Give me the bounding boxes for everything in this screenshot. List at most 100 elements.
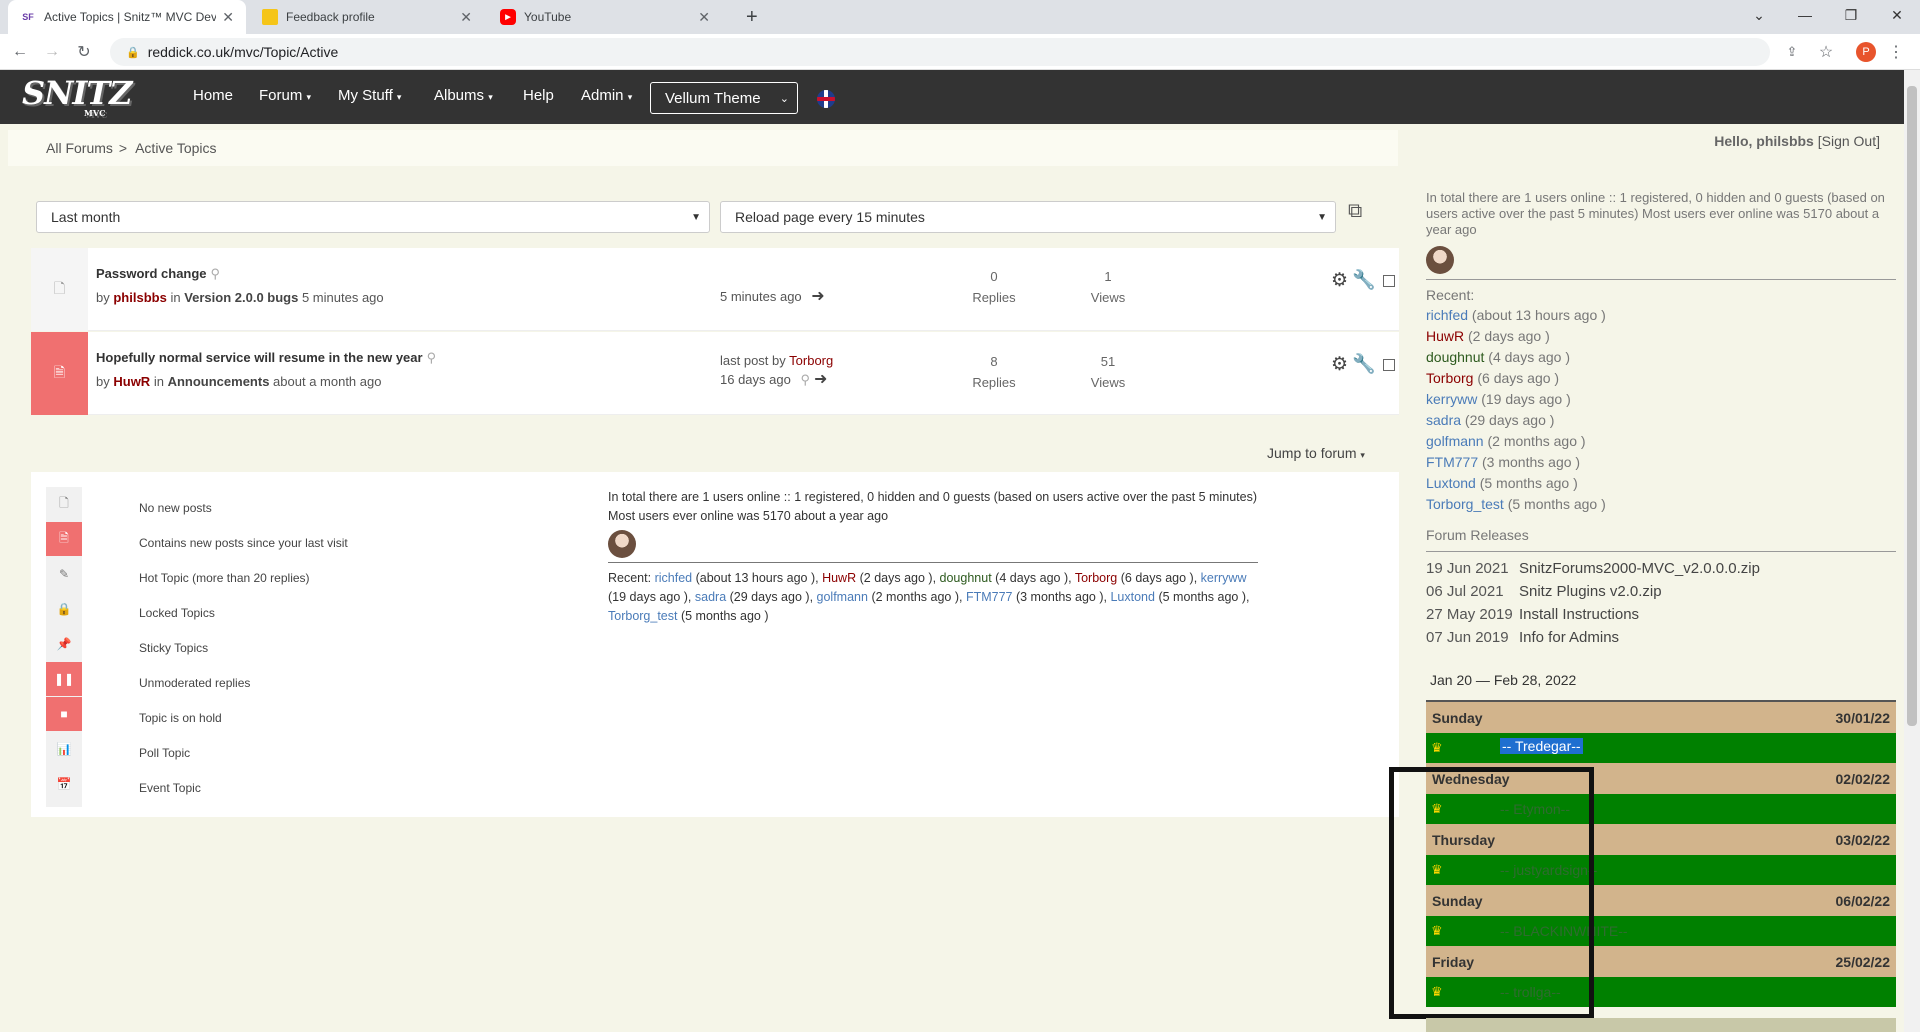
avatar[interactable] [1426, 246, 1454, 274]
recent-user[interactable]: Torborg_test [608, 609, 677, 623]
reload-select[interactable]: Reload page every 15 minutes ▼ [720, 201, 1336, 233]
replies-label: Replies [972, 375, 1016, 390]
nav-admin[interactable]: Admin ▾ [581, 87, 632, 104]
url-field[interactable]: 🔒 reddick.co.uk/mvc/Topic/Active [110, 38, 1770, 66]
recent-user[interactable]: Torborg [1075, 571, 1117, 585]
forward-icon[interactable]: → [40, 40, 64, 64]
share-icon[interactable]: ⇪ [1780, 40, 1804, 64]
release-name[interactable]: SnitzForums2000-MVC_v2.0.0.0.zip [1519, 560, 1760, 577]
arrow-right-icon[interactable]: ➜ [814, 371, 827, 388]
search-icon[interactable]: ⚲ [427, 350, 437, 365]
new-tab-button[interactable]: + [734, 0, 762, 34]
arrow-right-icon[interactable]: ➜ [811, 288, 824, 305]
event-name[interactable]: -- Tredegar-- [1500, 738, 1583, 754]
close-window-icon[interactable]: ✕ [1874, 0, 1920, 30]
recent-label: Recent: [1426, 287, 1475, 303]
recent-user[interactable]: sadra [1426, 412, 1461, 428]
release-item[interactable]: 27 May 2019 Install Instructions [1426, 606, 1639, 623]
close-icon[interactable]: ✕ [460, 9, 472, 26]
recent-user[interactable]: doughnut [940, 571, 992, 585]
views-stat: 1 Views [1068, 266, 1148, 308]
recent-user[interactable]: kerryww [1201, 571, 1247, 585]
caret-down-icon: ▾ [396, 92, 402, 102]
topic-forum[interactable]: Announcements [168, 374, 270, 389]
search-icon[interactable]: ⚲ [800, 372, 810, 387]
recent-ago: (2 days ago ) [859, 571, 933, 585]
release-name[interactable]: Snitz Plugins v2.0.zip [1519, 583, 1662, 600]
recent-user[interactable]: Luxtond [1426, 475, 1476, 491]
layout-toggle-icon[interactable]: ⧉ [1348, 200, 1362, 223]
nav-forum[interactable]: Forum ▾ [259, 87, 311, 104]
menu-icon[interactable]: ⋮ [1884, 40, 1908, 64]
recent-user[interactable]: HuwR [1426, 328, 1464, 344]
topic-title[interactable]: Hopefully normal service will resume in … [96, 350, 436, 366]
theme-select[interactable]: Vellum Theme ⌄ [650, 82, 798, 114]
topic-meta: by philsbbs in Version 2.0.0 bugs 5 minu… [96, 290, 384, 305]
breadcrumb-all-forums[interactable]: All Forums [46, 140, 113, 156]
recent-user[interactable]: doughnut [1426, 349, 1484, 365]
restore-icon[interactable]: ❐ [1828, 0, 1874, 30]
avatar[interactable] [608, 530, 636, 558]
greeting-user[interactable]: philsbbs [1756, 133, 1814, 149]
recent-user[interactable]: FTM777 [1426, 454, 1478, 470]
recent-user[interactable]: Torborg_test [1426, 496, 1504, 512]
back-icon[interactable]: ← [8, 40, 32, 64]
calendar-event[interactable]: ♛ -- Tredegar-- [1426, 733, 1896, 763]
close-icon[interactable]: ✕ [698, 9, 710, 26]
release-item[interactable]: 19 Jun 2021 SnitzForums2000-MVC_v2.0.0.0.… [1426, 560, 1760, 577]
gear-icon[interactable]: ⚙ [1331, 354, 1348, 375]
list-item: Luxtond (5 months ago ) [1426, 473, 1606, 494]
nav-home[interactable]: Home [193, 87, 233, 104]
recent-user[interactable]: Luxtond [1110, 590, 1154, 604]
release-name[interactable]: Install Instructions [1519, 606, 1639, 623]
in-label: in [153, 374, 164, 389]
uk-flag-icon[interactable] [817, 90, 835, 108]
gear-icon[interactable]: ⚙ [1331, 270, 1348, 291]
recent-user[interactable]: golfmann [817, 590, 868, 604]
caret-down-icon: ▾ [488, 92, 493, 102]
bookmark-star-icon[interactable]: ☆ [1814, 40, 1838, 64]
recent-user[interactable]: FTM777 [966, 590, 1013, 604]
recent-user[interactable]: sadra [695, 590, 726, 604]
tab-active-topics[interactable]: SF Active Topics | Snitz™ MVC Dev S ✕ [8, 0, 246, 34]
topic-title[interactable]: Password change ⚲ [96, 266, 220, 282]
page-scrollbar[interactable] [1904, 70, 1920, 1032]
recent-user[interactable]: HuwR [822, 571, 856, 585]
last-post-user[interactable]: Torborg [789, 353, 833, 368]
release-name[interactable]: Info for Admins [1519, 629, 1619, 646]
jump-to-forum[interactable]: Jump to forum ▾ [1267, 445, 1365, 461]
topic-forum[interactable]: Version 2.0.0 bugs [184, 290, 298, 305]
recent-user[interactable]: richfed [1426, 307, 1468, 323]
recent-ago: (about 13 hours ago ) [1471, 307, 1606, 323]
topic-checkbox[interactable] [1383, 275, 1395, 287]
topic-checkbox[interactable] [1383, 359, 1395, 371]
nav-my-stuff-label: My Stuff [338, 87, 393, 104]
snitz-logo[interactable]: SNITZ MVC [22, 74, 132, 118]
sign-out-link[interactable]: [Sign Out] [1818, 133, 1880, 149]
profile-avatar[interactable]: P [1856, 42, 1876, 62]
minimize-icon[interactable]: — [1782, 0, 1828, 30]
since-select[interactable]: Last month ▼ [36, 201, 710, 233]
recent-user[interactable]: Torborg [1426, 370, 1473, 386]
wrench-icon[interactable]: 🔧 [1352, 354, 1376, 375]
wrench-icon[interactable]: 🔧 [1352, 270, 1376, 291]
tab-search-icon[interactable]: ⌄ [1736, 0, 1782, 30]
tab-youtube[interactable]: ▶ YouTube ✕ [488, 0, 722, 34]
nav-albums[interactable]: Albums ▾ [434, 87, 493, 104]
nav-my-stuff[interactable]: My Stuff ▾ [338, 87, 401, 104]
release-item[interactable]: 07 Jun 2019 Info for Admins [1426, 629, 1619, 646]
tab-feedback-profile[interactable]: Feedback profile ✕ [250, 0, 484, 34]
recent-user[interactable]: richfed [655, 571, 693, 585]
topic-author[interactable]: HuwR [113, 374, 150, 389]
reload-icon[interactable]: ↻ [72, 40, 96, 64]
topic-author[interactable]: philsbbs [113, 290, 166, 305]
close-icon[interactable]: ✕ [222, 9, 234, 26]
recent-user[interactable]: golfmann [1426, 433, 1484, 449]
nav-help[interactable]: Help [523, 87, 554, 104]
search-icon[interactable]: ⚲ [211, 266, 221, 281]
release-item[interactable]: 06 Jul 2021 Snitz Plugins v2.0.zip [1426, 583, 1662, 600]
views-label: Views [1090, 290, 1126, 305]
pin-icon: 📌 [56, 637, 72, 651]
recent-user[interactable]: kerryww [1426, 391, 1477, 407]
scrollbar-thumb[interactable] [1907, 86, 1917, 726]
